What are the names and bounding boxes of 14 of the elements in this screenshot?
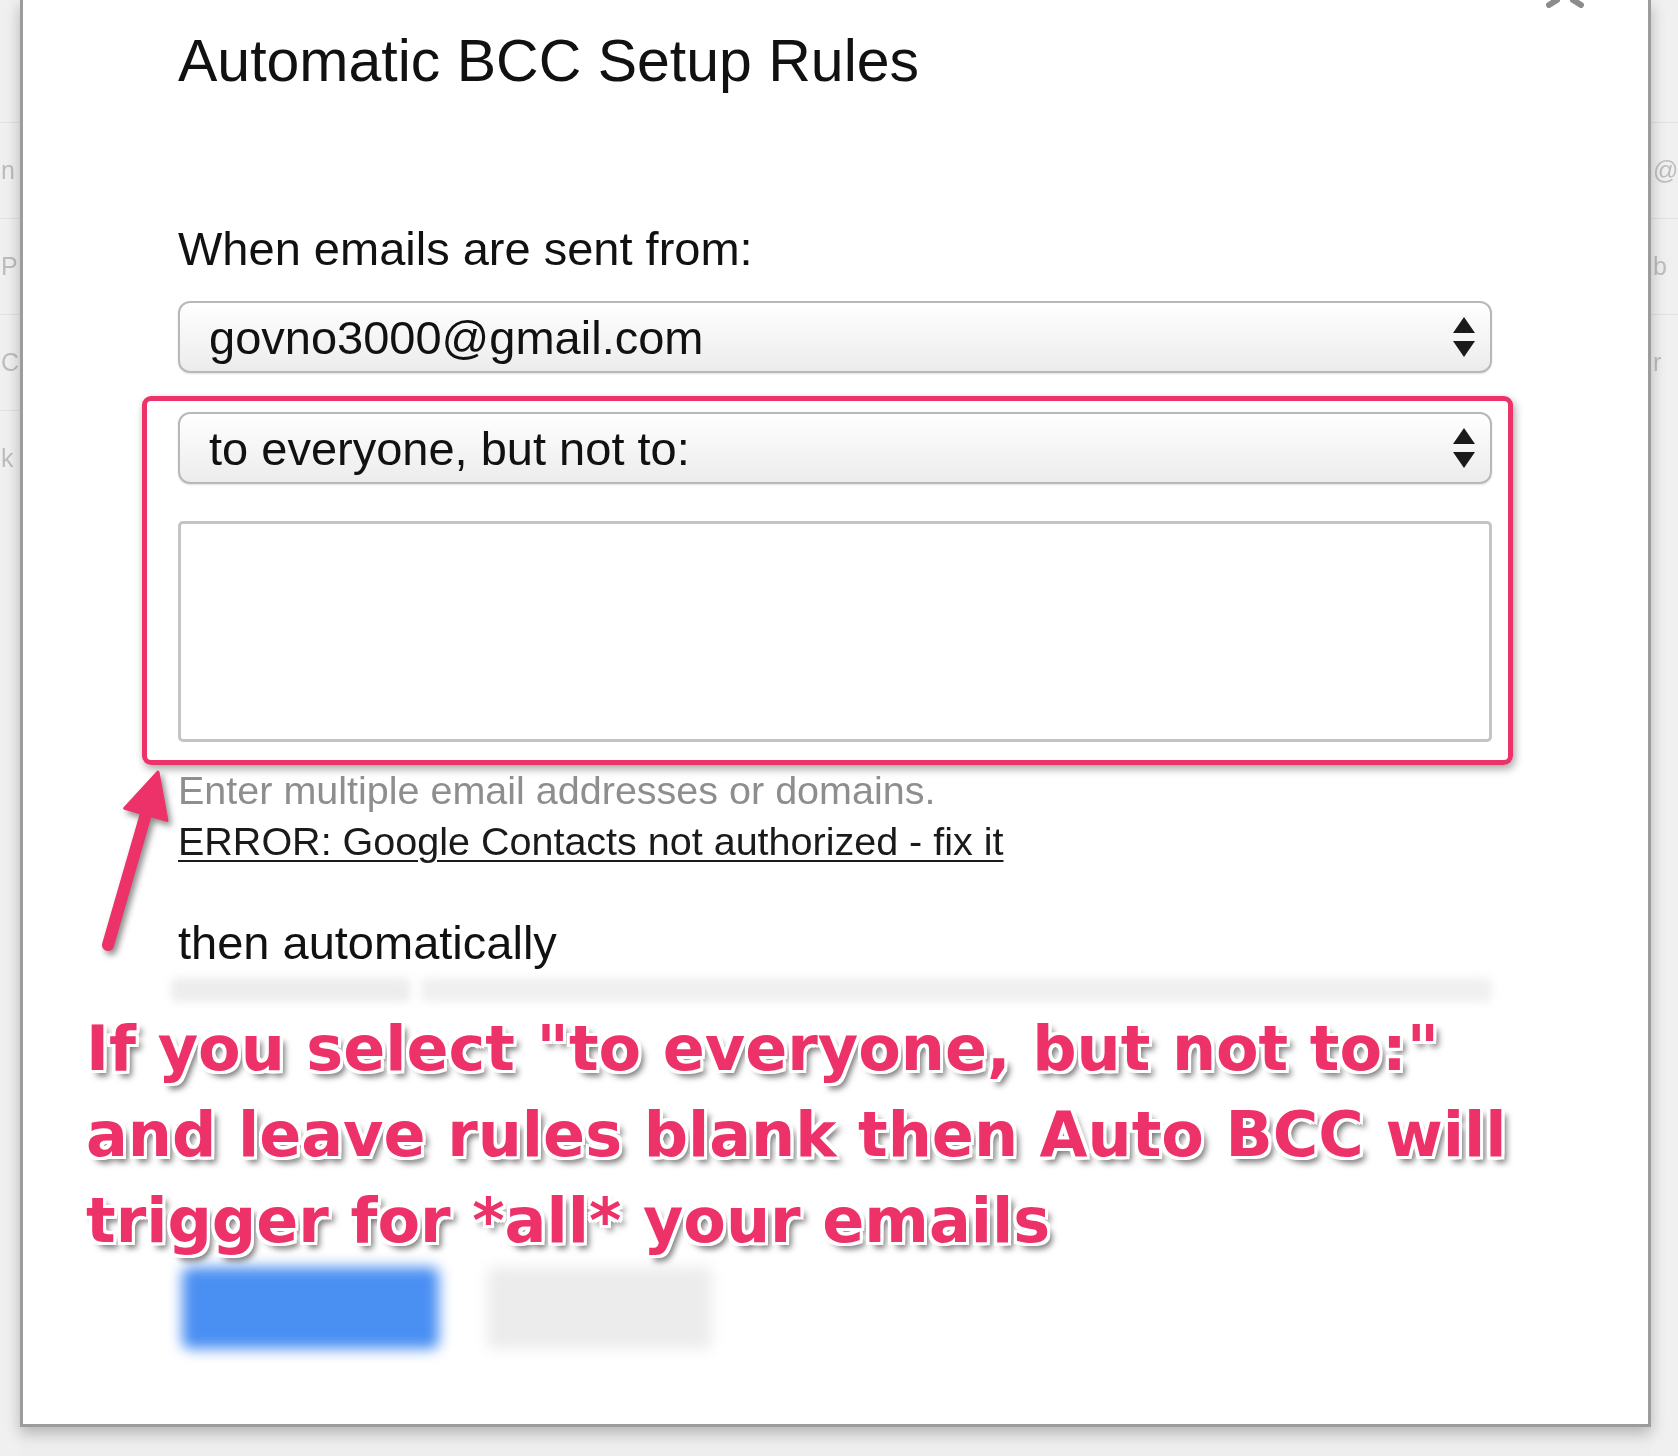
dialog-title: Automatic BCC Setup Rules — [178, 27, 920, 95]
blurred-button[interactable] — [182, 1267, 439, 1349]
hint-text: Enter multiple email addresses or domains. — [178, 767, 936, 813]
up-down-arrows-icon — [1452, 428, 1476, 468]
action-label: then automatically — [178, 916, 557, 970]
error-link[interactable]: ERROR: Google Contacts not authorized - fix it — [178, 818, 1004, 864]
close-icon[interactable] — [1543, 0, 1587, 8]
sender-select[interactable]: govno3000@gmail.com — [178, 301, 1492, 373]
annotation-text: If you select "to everyone, but not to:" and leave rules blank then Auto BCC will trigger for *all* your emails — [86, 1011, 1507, 1259]
up-down-arrows-icon — [1452, 317, 1476, 357]
background-list-text: @ — [1653, 158, 1678, 183]
recipient-select[interactable]: to everyone, but not to: — [178, 412, 1492, 484]
sender-label: When emails are sent from: — [178, 222, 753, 276]
exceptions-field[interactable] — [178, 521, 1492, 742]
